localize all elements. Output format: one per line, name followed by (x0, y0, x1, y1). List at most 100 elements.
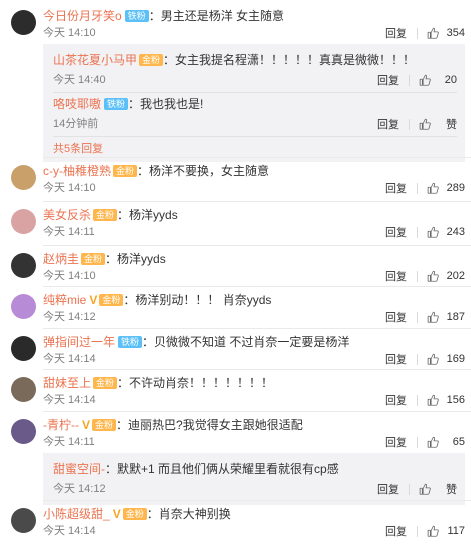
comment-actions: 回复 156 (385, 391, 465, 409)
reply-button[interactable]: 回复 (385, 434, 407, 450)
username-link[interactable]: 美女反杀 (43, 208, 91, 222)
avatar[interactable] (11, 508, 36, 533)
reply-thread: 甜蜜空间-：默默+1 而且他们俩从荣耀里看就很有cp感 今天 14:12 回复 赞 (43, 453, 465, 505)
username-link[interactable]: 弹指间过一年 (43, 335, 115, 349)
like-count[interactable]: 202 (445, 270, 465, 282)
verified-v-icon: V (89, 293, 98, 307)
comment-meta: 今天 14:40 回复 20 (53, 71, 457, 89)
action-divider (417, 27, 418, 39)
comment-actions: 回复 117 (385, 522, 465, 540)
comment-line: 赵炳圭 金粉 ：杨洋yyds (43, 251, 465, 267)
thumb-up-icon[interactable] (419, 118, 431, 130)
gold-fan-badge: 金粉 (139, 54, 164, 66)
comment-separator: ： (105, 252, 118, 266)
reply-button[interactable]: 回复 (377, 72, 399, 88)
thumb-up-icon[interactable] (427, 394, 439, 406)
thumb-up-icon[interactable] (419, 74, 431, 86)
reply-button[interactable]: 回复 (377, 116, 399, 132)
avatar[interactable] (11, 165, 36, 190)
thumb-up-icon[interactable] (427, 353, 439, 365)
comment-time: 今天 14:12 (43, 311, 96, 323)
like-count[interactable]: 156 (445, 394, 465, 406)
action-divider (417, 311, 418, 323)
action-divider (417, 270, 418, 282)
like-count[interactable]: 354 (445, 27, 465, 39)
avatar[interactable] (11, 377, 36, 402)
reply-button[interactable]: 回复 (385, 180, 407, 196)
like-count[interactable]: 赞 (437, 481, 457, 497)
reply-button[interactable]: 回复 (385, 351, 407, 367)
avatar[interactable] (11, 336, 36, 361)
like-count[interactable]: 187 (445, 311, 465, 323)
comment-line: 纯粹mie V 金粉 ：杨洋别动！！！ 肖奈yyds (43, 292, 465, 308)
comment-line: 小陈超级甜_ V 金粉 ：肖奈大神别换 (43, 506, 465, 522)
like-count[interactable]: 20 (437, 74, 457, 86)
comment-time: 今天 14:14 (43, 525, 96, 537)
username-link[interactable]: 赵炳圭 (43, 252, 79, 266)
action-divider (417, 226, 418, 238)
comment-time: 今天 14:11 (43, 436, 95, 448)
reply-button[interactable]: 回复 (385, 268, 407, 284)
gold-fan-badge: 金粉 (81, 253, 106, 265)
avatar[interactable] (11, 253, 36, 278)
avatar[interactable] (11, 209, 36, 234)
thumb-up-icon[interactable] (419, 483, 431, 495)
comment-meta: 今天 14:11 回复 243 (43, 223, 465, 241)
comment-text: 杨洋别动！！！ 肖奈yyds (135, 293, 272, 307)
comment-time: 今天 14:10 (43, 270, 96, 282)
like-count[interactable]: 65 (445, 436, 465, 448)
avatar[interactable] (11, 294, 36, 319)
username-link[interactable]: 山茶花夏小马甲 (53, 53, 137, 67)
comment-text: 杨洋不要换，女主随意 (149, 164, 270, 178)
thumb-up-icon[interactable] (427, 311, 439, 323)
action-divider (417, 525, 418, 537)
more-replies-link[interactable]: 共5条回复 (53, 141, 103, 157)
username-link[interactable]: 甜蜜空间- (53, 462, 105, 476)
thumb-up-icon[interactable] (427, 525, 439, 537)
username-link[interactable]: 今日份月牙笑o (43, 9, 122, 23)
comment-meta: 今天 14:14 回复 156 (43, 391, 465, 409)
comment-meta: 今天 14:12 回复 187 (43, 308, 465, 326)
comment-divider (43, 286, 471, 287)
comment-actions: 回复 20 (377, 71, 457, 89)
like-count[interactable]: 289 (445, 182, 465, 194)
reply-line: 咯吱耶嗷 铁粉 ：我也我也是! (53, 96, 457, 112)
comment-time: 今天 14:11 (43, 226, 95, 238)
avatar[interactable] (11, 10, 36, 35)
reply-button[interactable]: 回复 (385, 309, 407, 325)
reply-button[interactable]: 回复 (385, 392, 407, 408)
like-count[interactable]: 169 (445, 353, 465, 365)
comment-separator: ： (116, 418, 129, 432)
like-count[interactable]: 赞 (437, 116, 457, 132)
comment-line: 今日份月牙笑o 铁粉 ：男主还是杨洋 女主随意 (43, 8, 465, 24)
like-count[interactable]: 243 (445, 226, 465, 238)
thumb-up-icon[interactable] (427, 27, 439, 39)
reply-button[interactable]: 回复 (385, 25, 407, 41)
username-link[interactable]: -青柠-- (43, 418, 79, 432)
username-link[interactable]: c-y-柚稚橙熟 (43, 164, 111, 178)
comment-time: 今天 14:10 (43, 182, 96, 194)
comment-separator: ： (117, 376, 130, 390)
username-link[interactable]: 纯粹mie (43, 293, 86, 307)
action-divider (409, 483, 410, 495)
username-link[interactable]: 甜妹至上 (43, 376, 91, 390)
thumb-up-icon[interactable] (427, 182, 439, 194)
like-count[interactable]: 117 (445, 525, 465, 537)
thumb-up-icon[interactable] (427, 270, 439, 282)
thumb-up-icon[interactable] (427, 226, 439, 238)
username-link[interactable]: 小陈超级甜_ (43, 507, 110, 521)
avatar[interactable] (11, 419, 36, 444)
reply-button[interactable]: 回复 (385, 224, 407, 240)
comment-meta: 今天 14:10 回复 202 (43, 267, 465, 285)
comment-actions: 回复 赞 (377, 480, 457, 498)
comment-text: 迪丽热巴?我觉得女主跟她很适配 (128, 418, 303, 432)
action-divider (417, 353, 418, 365)
reply-button[interactable]: 回复 (377, 481, 399, 497)
comment-meta: 14分钟前 回复 赞 (53, 115, 457, 133)
comment-actions: 回复 赞 (377, 115, 457, 133)
reply-button[interactable]: 回复 (385, 523, 407, 539)
comment-divider (43, 328, 471, 329)
thumb-up-icon[interactable] (427, 436, 439, 448)
username-link[interactable]: 咯吱耶嗷 (53, 97, 101, 111)
action-divider (417, 394, 418, 406)
